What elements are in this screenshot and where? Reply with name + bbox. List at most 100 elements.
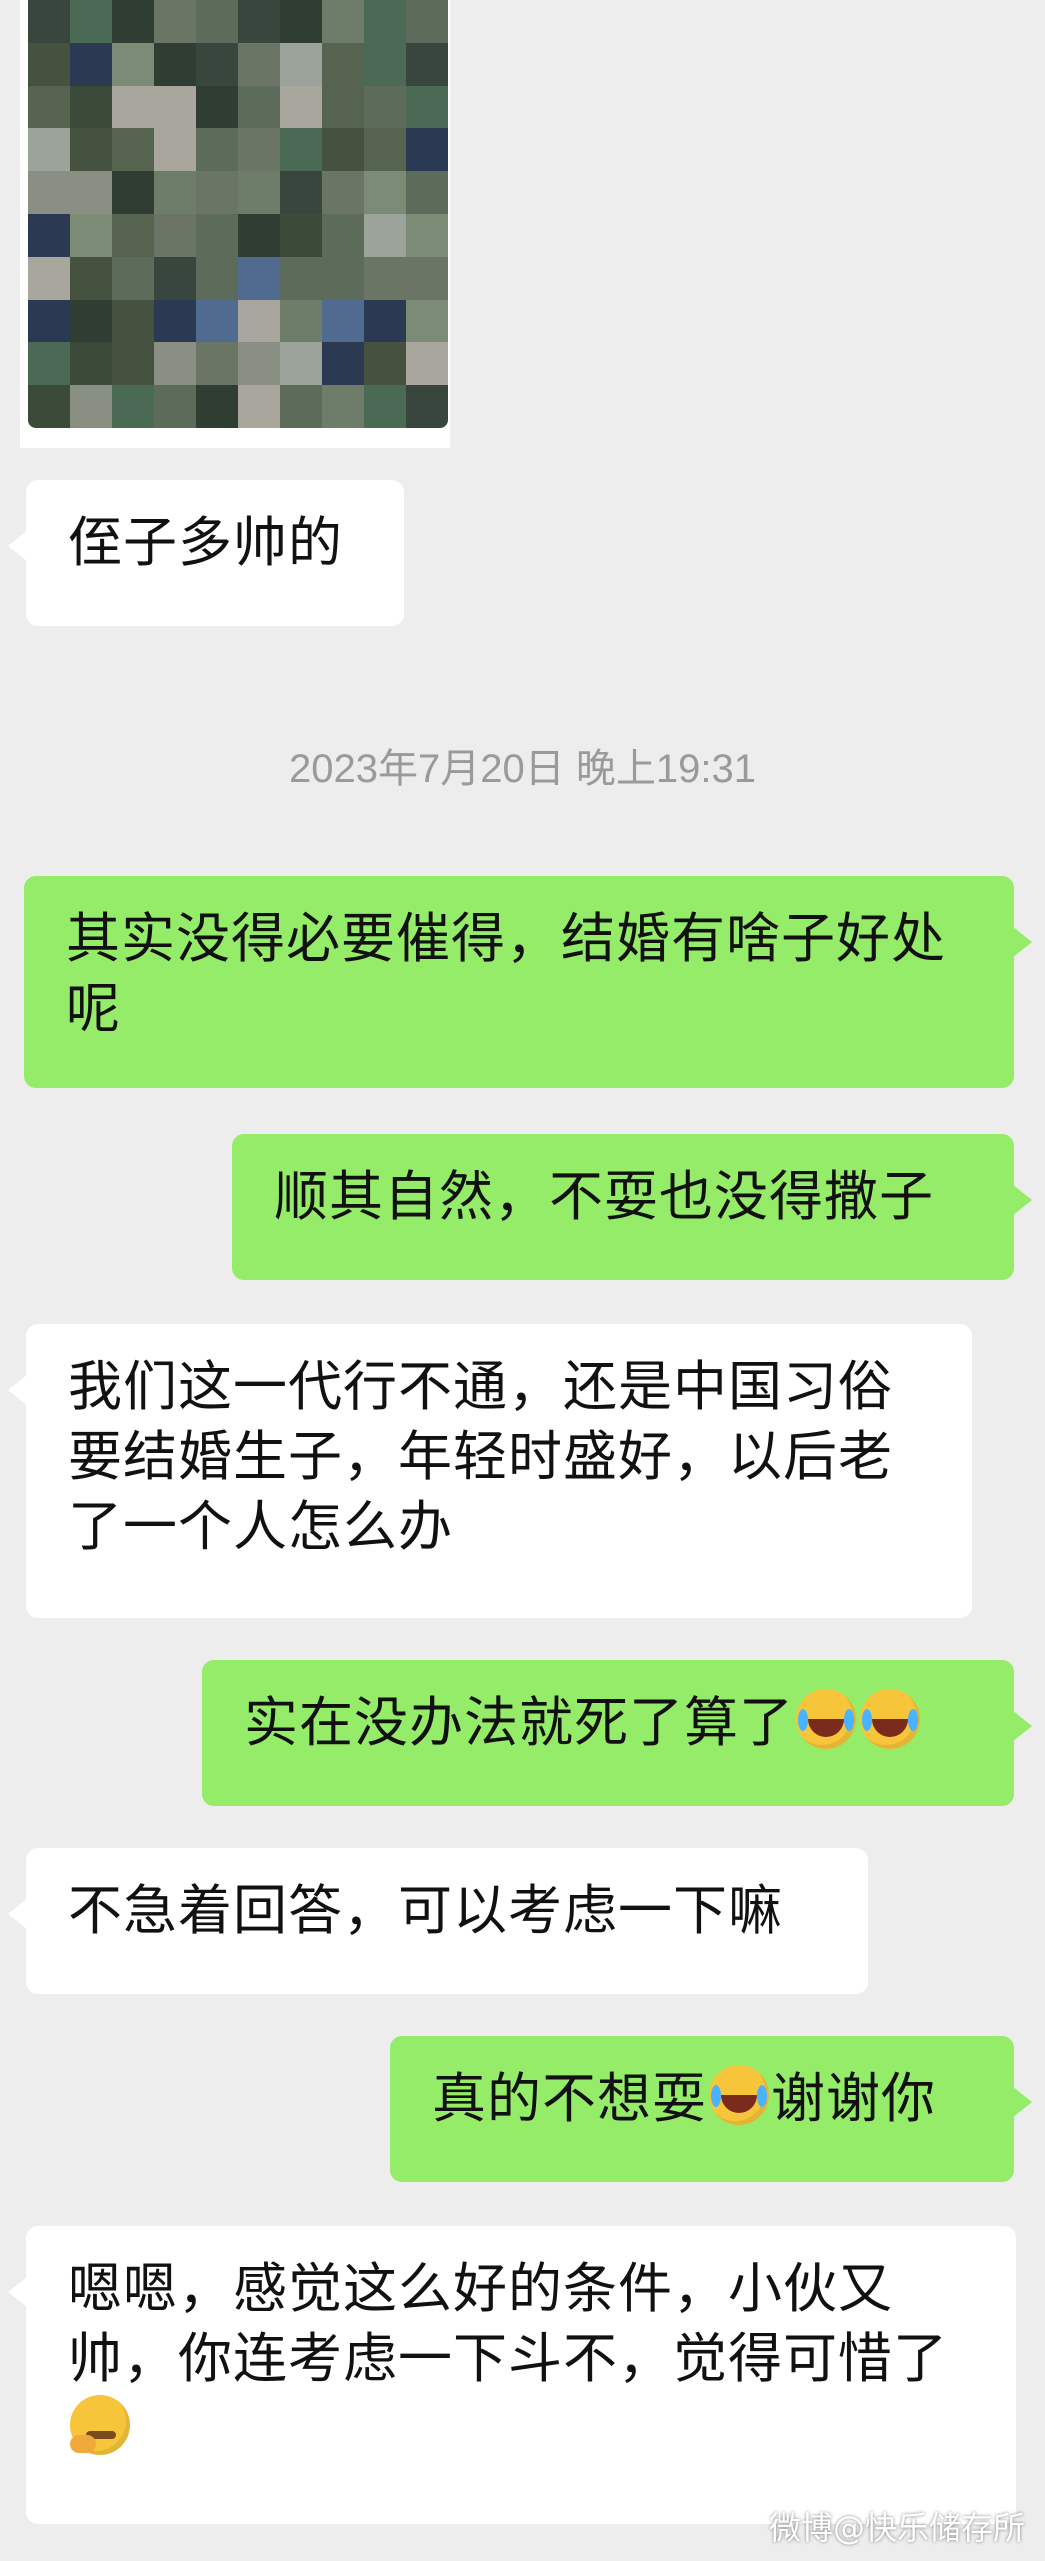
photo-mosaic-tile xyxy=(364,299,406,343)
photo-mosaic-tile xyxy=(154,85,196,129)
photo-mosaic-tile xyxy=(364,171,406,214)
laughing-tears-emoji-icon xyxy=(860,1689,920,1749)
photo-mosaic-tile xyxy=(70,385,112,428)
outgoing-message[interactable]: 顺其自然，不耍也没得撒子 xyxy=(232,1134,1032,1280)
photo-mosaic-tile xyxy=(280,342,322,386)
photo-mosaic-tile xyxy=(280,85,322,129)
pixelated-photo[interactable] xyxy=(28,0,448,428)
photo-mosaic-tile xyxy=(28,299,70,343)
photo-mosaic-tile xyxy=(154,256,196,300)
photo-mosaic-tile xyxy=(238,299,280,343)
photo-mosaic-tile xyxy=(406,299,448,343)
photo-mosaic-tile xyxy=(322,128,364,172)
photo-mosaic-tile xyxy=(70,256,112,300)
photo-mosaic-tile xyxy=(154,42,196,86)
photo-mosaic-tile xyxy=(70,128,112,172)
photo-mosaic-tile xyxy=(364,256,406,300)
message-text: 侄子多帅的 xyxy=(68,511,343,574)
photo-mosaic-tile xyxy=(322,256,364,300)
photo-mosaic-tile xyxy=(28,342,70,386)
photo-mosaic-tile xyxy=(406,213,448,257)
photo-mosaic-tile xyxy=(70,213,112,257)
photo-mosaic-tile xyxy=(112,85,154,129)
watermark: 微博@快乐储存所 xyxy=(768,2509,1025,2547)
photo-mosaic-tile xyxy=(238,171,280,214)
photo-mosaic-tile xyxy=(406,342,448,386)
photo-mosaic-tile xyxy=(196,171,238,214)
laughing-tears-emoji-icon xyxy=(796,1689,856,1749)
photo-mosaic-tile xyxy=(322,42,364,86)
photo-mosaic-tile xyxy=(280,213,322,257)
message-text: 真的不想耍 xyxy=(432,2067,707,2130)
photo-mosaic-tile xyxy=(112,385,154,428)
photo-mosaic-tile xyxy=(70,42,112,86)
photo-mosaic-tile xyxy=(70,0,112,43)
photo-mosaic-tile xyxy=(196,128,238,172)
photo-mosaic-tile xyxy=(238,342,280,386)
outgoing-message[interactable]: 真的不想耍 谢谢你 xyxy=(390,2036,1032,2182)
photo-mosaic-tile xyxy=(28,42,70,86)
photo-mosaic-tile xyxy=(406,85,448,129)
photo-mosaic-tile xyxy=(364,385,406,428)
photo-mosaic-tile xyxy=(70,342,112,386)
photo-mosaic-tile xyxy=(280,42,322,86)
incoming-message[interactable]: 侄子多帅的 xyxy=(8,480,404,626)
message-text: 谢谢你 xyxy=(771,2067,936,2130)
photo-mosaic-tile xyxy=(238,42,280,86)
photo-mosaic-tile xyxy=(112,171,154,214)
incoming-message[interactable]: 我们这一代行不通，还是中国习俗要结婚生子，年轻时盛好，以后老了一个人怎么办 xyxy=(8,1324,972,1618)
photo-mosaic-tile xyxy=(406,128,448,172)
photo-mosaic-tile xyxy=(322,213,364,257)
photo-mosaic-tile xyxy=(196,256,238,300)
photo-mosaic-tile xyxy=(238,85,280,129)
photo-mosaic-tile xyxy=(154,128,196,172)
incoming-message[interactable]: 嗯嗯，感觉这么好的条件，小伙又帅，你连考虑一下斗不，觉得可惜了 xyxy=(8,2226,1016,2524)
photo-mosaic-tile xyxy=(406,42,448,86)
photo-mosaic-tile xyxy=(280,299,322,343)
photo-mosaic-tile xyxy=(364,342,406,386)
photo-mosaic-tile xyxy=(112,342,154,386)
message-text: 其实没得必要催得，结婚有啥子好处呢 xyxy=(66,907,946,1040)
photo-mosaic-tile xyxy=(154,342,196,386)
photo-mosaic-tile xyxy=(112,213,154,257)
message-text: 我们这一代行不通，还是中国习俗要结婚生子，年轻时盛好，以后老了一个人怎么办 xyxy=(68,1355,893,1558)
photo-mosaic-tile xyxy=(28,85,70,129)
photo-mosaic-tile xyxy=(322,342,364,386)
photo-mosaic-tile xyxy=(196,42,238,86)
photo-mosaic-tile xyxy=(28,171,70,214)
photo-mosaic-tile xyxy=(28,128,70,172)
photo-mosaic-tile xyxy=(322,0,364,43)
photo-mosaic-tile xyxy=(280,0,322,43)
message-text: 不急着回答，可以考虑一下嘛 xyxy=(68,1879,783,1942)
photo-mosaic-tile xyxy=(196,342,238,386)
photo-mosaic-tile xyxy=(280,256,322,300)
photo-mosaic-tile xyxy=(28,385,70,428)
photo-mosaic-tile xyxy=(28,256,70,300)
photo-mosaic-tile xyxy=(406,385,448,428)
outgoing-message[interactable]: 其实没得必要催得，结婚有啥子好处呢 xyxy=(24,876,1032,1088)
photo-mosaic-tile xyxy=(238,213,280,257)
photo-mosaic-tile xyxy=(406,0,448,43)
photo-mosaic-tile xyxy=(154,171,196,214)
thinking-emoji-icon xyxy=(70,2395,130,2455)
photo-mosaic-tile xyxy=(364,42,406,86)
photo-mosaic-tile xyxy=(238,0,280,43)
photo-mosaic-tile xyxy=(322,299,364,343)
photo-mosaic-tile xyxy=(112,299,154,343)
photo-mosaic-tile xyxy=(196,385,238,428)
photo-mosaic-tile xyxy=(154,385,196,428)
photo-mosaic-tile xyxy=(28,0,70,43)
photo-mosaic-tile xyxy=(154,299,196,343)
photo-mosaic-tile xyxy=(322,171,364,214)
photo-mosaic-tile xyxy=(28,213,70,257)
photo-mosaic-tile xyxy=(196,299,238,343)
photo-mosaic-tile xyxy=(238,128,280,172)
photo-mosaic-tile xyxy=(238,256,280,300)
message-text: 顺其自然，不耍也没得撒子 xyxy=(274,1165,934,1228)
photo-mosaic-tile xyxy=(154,0,196,43)
photo-mosaic-tile xyxy=(112,128,154,172)
incoming-message[interactable]: 不急着回答，可以考虑一下嘛 xyxy=(8,1848,868,1994)
outgoing-message[interactable]: 实在没办法就死了算了 xyxy=(202,1660,1032,1806)
photo-mosaic-tile xyxy=(406,171,448,214)
laughing-tears-emoji-icon xyxy=(709,2065,769,2125)
